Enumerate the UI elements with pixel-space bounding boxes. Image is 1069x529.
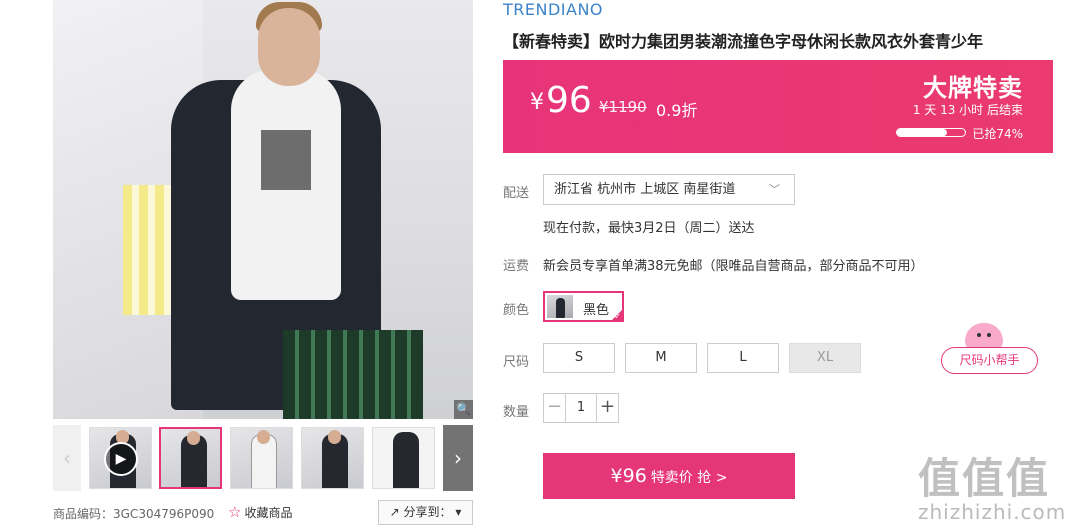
- quantity-minus-button[interactable]: −: [544, 394, 566, 422]
- thumbnail-2[interactable]: [159, 427, 222, 489]
- currency-symbol: ¥: [530, 90, 544, 115]
- price-band: ¥ 96 ¥1190 0.9折 大牌特卖 1 天 13 小时 后结束 已抢74%: [503, 60, 1053, 153]
- thumbnail-4[interactable]: [301, 427, 364, 489]
- discount-label: 0.9折: [656, 101, 698, 120]
- color-swatch: [547, 295, 573, 318]
- size-option-xl: XL: [789, 343, 861, 373]
- original-price: ¥1190: [599, 98, 647, 116]
- share-button[interactable]: ↗ 分享到： ▾: [378, 500, 473, 525]
- check-icon: ✓: [614, 312, 621, 321]
- countdown-timer: 1 天 13 小时 后结束: [912, 103, 1023, 117]
- shipping-label: 配送: [503, 186, 530, 201]
- buy-now-button[interactable]: ¥96 特卖价 抢 >: [543, 453, 795, 499]
- brand-link[interactable]: TRENDIANO: [503, 0, 603, 19]
- zoom-icon[interactable]: 🔍: [454, 400, 473, 419]
- sold-progress-bar: [896, 128, 966, 137]
- freight-label: 运费: [503, 259, 530, 274]
- favorite-button[interactable]: ☆ 收藏商品: [228, 503, 292, 521]
- sold-percentage: 已抢74%: [972, 127, 1023, 141]
- thumbnail-prev-button[interactable]: ‹: [53, 425, 81, 491]
- color-label: 颜色: [503, 303, 530, 318]
- product-title: 【新春特卖】欧时力集团男装潮流撞色字母休闲长款风衣外套青少年: [503, 32, 984, 51]
- shipping-location-value: 浙江省 杭州市 上城区 南星街道: [554, 182, 736, 197]
- color-option-label: 黑色: [583, 303, 610, 318]
- buy-button-price: ¥96: [610, 465, 647, 487]
- thumbnail-next-button[interactable]: ›: [443, 425, 473, 491]
- watermark-logo: 值值值: [918, 454, 1051, 503]
- color-option-black[interactable]: 黑色 ✓: [543, 291, 624, 322]
- share-label: 分享到：: [403, 505, 452, 519]
- buy-button-label: 特卖价 抢 >: [650, 470, 728, 486]
- share-icon: ↗: [389, 505, 404, 519]
- quantity-plus-button[interactable]: +: [596, 394, 618, 422]
- thumbnail-3[interactable]: [230, 427, 293, 489]
- size-helper-button[interactable]: 尺码小帮手: [941, 347, 1038, 374]
- watermark-url: zhizhizhi.com: [918, 500, 1067, 524]
- favorite-label: 收藏商品: [244, 506, 293, 520]
- chevron-down-icon: ﹀: [769, 183, 780, 196]
- delivery-eta: 现在付款，最快3月2日（周二）送达: [543, 221, 755, 236]
- quantity-input[interactable]: 1: [566, 394, 596, 422]
- play-icon[interactable]: ▶: [104, 442, 138, 476]
- size-option-s[interactable]: S: [543, 343, 615, 373]
- product-detail-page: 🔍 ‹ ▶ › 商品编码：3GC304796P090 ☆ 收藏商品 ↗ 分享到： …: [0, 0, 1069, 529]
- sku-code: 商品编码：3GC304796P090: [53, 507, 215, 521]
- thumbnail-5[interactable]: [372, 427, 435, 489]
- thumbnail-strip: ‹ ▶ ›: [53, 425, 473, 491]
- sold-progress-fill: [897, 129, 948, 136]
- size-option-m[interactable]: M: [625, 343, 697, 373]
- sale-price: 96: [546, 80, 592, 121]
- main-product-image[interactable]: [53, 0, 473, 419]
- shipping-location-select[interactable]: 浙江省 杭州市 上城区 南星街道 ﹀: [543, 174, 795, 205]
- quantity-label: 数量: [503, 405, 530, 420]
- star-icon: ☆: [228, 503, 242, 521]
- quantity-stepper: − 1 +: [543, 393, 619, 423]
- size-option-l[interactable]: L: [707, 343, 779, 373]
- freight-text: 新会员专享首单满38元免邮（限唯品自营商品，部分商品不可用）: [543, 259, 924, 274]
- product-meta-row: 商品编码：3GC304796P090 ☆ 收藏商品 ↗ 分享到： ▾: [53, 500, 473, 526]
- sale-tag: 大牌特卖: [923, 74, 1023, 102]
- chevron-down-icon: ▾: [451, 505, 462, 519]
- thumbnail-video[interactable]: ▶: [89, 427, 152, 489]
- size-label: 尺码: [503, 355, 530, 370]
